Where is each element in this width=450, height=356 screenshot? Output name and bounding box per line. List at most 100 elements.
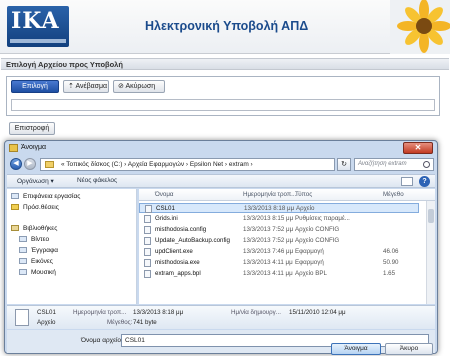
back-button[interactable]: Επιστροφή xyxy=(9,122,55,135)
dialog-titlebar[interactable]: Άνοιγμα ✕ xyxy=(5,141,437,155)
documents-icon xyxy=(19,247,27,254)
file-icon xyxy=(144,259,151,267)
help-icon[interactable]: ? xyxy=(419,176,430,187)
details-pane: CSL01 Αρχείο Ημερομηνία τροπ... 13/3/201… xyxy=(7,305,435,329)
filename-label: Όνομα αρχείου: xyxy=(81,337,127,344)
file-date: 13/3/2013 8:18 μμ xyxy=(244,205,295,212)
select-file-button[interactable]: Επιλογή xyxy=(11,80,59,93)
file-date: 13/3/2013 4:11 μμ xyxy=(243,270,293,277)
nav-item-documents[interactable]: Έγγραφα xyxy=(19,247,58,254)
forward-arrow-icon[interactable]: ▶ xyxy=(24,158,36,170)
open-button[interactable]: Άνοιγμα xyxy=(331,343,381,355)
sunflower-icon xyxy=(390,0,450,54)
search-placeholder: Αναζήτηση extram xyxy=(358,161,407,167)
file-name: Grids.ini xyxy=(155,215,178,222)
nav-item-label: Έγγραφα xyxy=(31,247,59,254)
details-modified-value: 13/3/2013 8:18 μμ xyxy=(133,309,184,316)
file-name: updClient.exe xyxy=(155,248,193,255)
nav-item-videos[interactable]: Βίντεο xyxy=(19,236,49,243)
file-list: Όνομα Ημερομηνία τροπ... Τύπος Μέγεθο CS… xyxy=(139,189,435,304)
ika-logo: IKA xyxy=(7,6,69,47)
upload-label: Ανέβασμα xyxy=(75,83,108,90)
column-header-type[interactable]: Τύπος xyxy=(295,191,312,198)
section-bar: Επιλογή Αρχείου προς Υποβολή xyxy=(1,58,449,70)
open-file-dialog: Άνοιγμα ✕ ◀ ▶ « Τοπικός δίσκος (C:) › Αρ… xyxy=(4,140,438,355)
back-arrow-icon[interactable]: ◀ xyxy=(10,158,22,170)
search-input[interactable]: Αναζήτηση extram xyxy=(354,158,434,171)
dialog-navbar: ◀ ▶ « Τοπικός δίσκος (C:) › Αρχεία Εφαρμ… xyxy=(7,156,435,173)
cancel-button[interactable]: ⊘ Ακύρωση xyxy=(113,80,165,93)
file-icon xyxy=(144,237,151,245)
file-row[interactable]: Grids.ini 13/3/2013 8:15 μμ Ρυθμίσεις πα… xyxy=(139,214,419,224)
nav-item-label: Επιφάνεια εργασίας xyxy=(23,193,81,200)
details-size-value: 741 byte xyxy=(133,319,157,326)
details-size-label: Μέγεθος: xyxy=(107,319,133,326)
nav-item-recent-places[interactable]: Πρόσ.θέσεις xyxy=(11,204,59,211)
nav-item-desktop[interactable]: Επιφάνεια εργασίας xyxy=(11,193,80,200)
file-type: Αρχείο CONFIG xyxy=(295,226,340,233)
details-created-label: Ημ/νία δημιουργ... xyxy=(231,309,281,316)
file-row[interactable]: CSL01 13/3/2013 8:18 μμ Αρχείο xyxy=(139,203,419,213)
column-header-date[interactable]: Ημερομηνία τροπ... xyxy=(243,191,296,198)
file-icon xyxy=(144,270,151,278)
logo-tagline-bar xyxy=(10,39,66,43)
organize-menu[interactable]: Οργάνωση ▾ xyxy=(17,177,54,185)
details-created-value: 15/11/2010 12:04 μμ xyxy=(289,309,346,316)
file-type: Αρχείο xyxy=(296,205,315,212)
page-title: Ηλεκτρονική Υποβολή ΑΠΔ xyxy=(145,19,309,33)
file-icon xyxy=(145,205,152,213)
nav-item-label: Πρόσ.θέσεις xyxy=(23,204,59,211)
nav-item-pictures[interactable]: Εικόνες xyxy=(19,258,53,265)
column-header-name[interactable]: Όνομα xyxy=(155,191,173,198)
upload-button[interactable]: ⇡ Ανέβασμα xyxy=(63,80,109,93)
libraries-icon xyxy=(11,225,19,232)
refresh-icon[interactable]: ↻ xyxy=(337,158,351,171)
nav-item-label: Εικόνες xyxy=(31,258,53,265)
file-date: 13/3/2013 4:11 μμ xyxy=(243,259,293,266)
file-row[interactable]: updClient.exe 13/3/2013 7:46 μμ Εφαρμογή… xyxy=(139,247,419,257)
logo-text: IKA xyxy=(11,8,60,34)
nav-item-libraries[interactable]: Βιβλιοθήκες xyxy=(11,225,57,232)
desktop-icon xyxy=(11,193,19,200)
file-size: 46.06 xyxy=(383,248,399,255)
section-title: Επιλογή Αρχείου προς Υποβολή xyxy=(6,60,123,69)
file-row[interactable]: misthodosia.config 13/3/2013 7:52 μμ Αρχ… xyxy=(139,225,419,235)
file-row[interactable]: Update_AutoBackup.config 13/3/2013 7:52 … xyxy=(139,236,419,246)
scrollbar-thumb[interactable] xyxy=(428,209,434,223)
column-header-size[interactable]: Μέγεθο xyxy=(383,191,404,198)
details-file-type: Αρχείο xyxy=(37,319,56,326)
file-size: 1.65 xyxy=(383,270,396,277)
nav-item-label: Βιβλιοθήκες xyxy=(23,225,58,232)
nav-item-label: Μουσική xyxy=(31,269,56,276)
nav-item-label: Βίντεο xyxy=(31,236,50,243)
dialog-toolbar: Οργάνωση ▾ Νέος φάκελος ? xyxy=(7,174,435,188)
file-type: Εφαρμογή xyxy=(295,259,324,266)
dialog-cancel-button[interactable]: Άκυρο xyxy=(385,343,433,355)
new-folder-button[interactable]: Νέος φάκελος xyxy=(77,177,117,184)
file-name: misthodosia.config xyxy=(155,226,207,233)
filename-input[interactable]: CSL01 xyxy=(121,334,429,347)
file-type: Αρχείο CONFIG xyxy=(295,237,340,244)
dialog-title: Άνοιγμα xyxy=(21,144,47,151)
close-icon[interactable]: ✕ xyxy=(403,142,433,154)
page-header: IKA Ηλεκτρονική Υποβολή ΑΠΔ xyxy=(0,0,450,54)
address-bar[interactable]: « Τοπικός δίσκος (C:) › Αρχεία Εφαρμογών… xyxy=(40,158,335,171)
file-row[interactable]: extram_apps.bpl 13/3/2013 4:11 μμ Αρχείο… xyxy=(139,269,419,279)
file-row[interactable]: misthodosia.exe 13/3/2013 4:11 μμ Εφαρμο… xyxy=(139,258,419,268)
nav-item-music[interactable]: Μουσική xyxy=(19,269,56,276)
view-options-icon[interactable] xyxy=(401,177,413,186)
videos-icon xyxy=(19,236,27,243)
file-date: 13/3/2013 7:52 μμ xyxy=(243,237,294,244)
details-file-name: CSL01 xyxy=(37,309,56,316)
file-preview-icon xyxy=(15,309,29,326)
file-name: CSL01 xyxy=(156,205,175,212)
navigation-pane: Επιφάνεια εργασίας Πρόσ.θέσεις Βιβλιοθήκ… xyxy=(7,189,137,304)
file-date: 13/3/2013 8:15 μμ xyxy=(243,215,294,222)
list-header: Όνομα Ημερομηνία τροπ... Τύπος Μέγεθο xyxy=(139,189,435,201)
search-icon xyxy=(423,161,430,168)
music-icon xyxy=(19,269,27,276)
file-date: 13/3/2013 7:52 μμ xyxy=(243,226,294,233)
vertical-scrollbar[interactable] xyxy=(426,201,435,304)
file-date: 13/3/2013 7:46 μμ xyxy=(243,248,294,255)
folder-icon xyxy=(45,161,54,168)
